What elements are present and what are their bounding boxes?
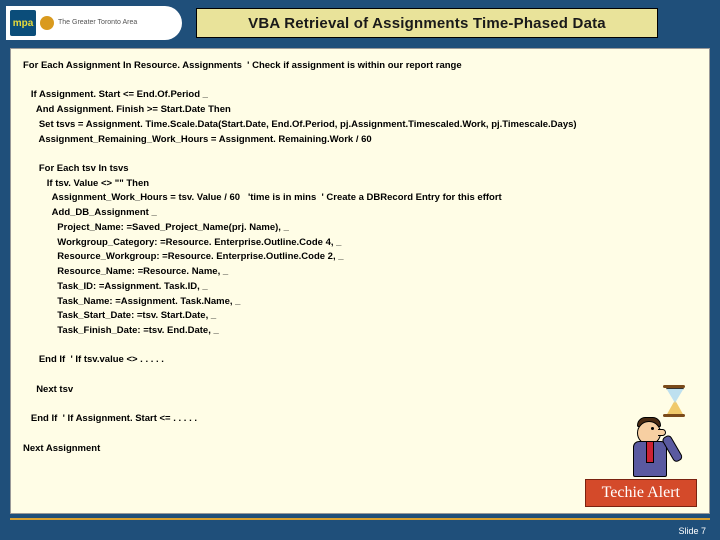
clipart-man-hourglass-icon (627, 385, 687, 477)
slide-title-box: VBA Retrieval of Assignments Time-Phased… (196, 8, 658, 38)
slide-title: VBA Retrieval of Assignments Time-Phased… (248, 15, 606, 32)
hourglass-icon (663, 385, 685, 417)
logo-dot-icon (40, 16, 54, 30)
techie-alert-badge: Techie Alert (585, 479, 697, 507)
logo-subtext: The Greater Toronto Area (58, 19, 137, 27)
logo-badge: mpa (10, 10, 36, 36)
footer-divider (10, 518, 710, 520)
slide-number: Slide 7 (678, 526, 706, 536)
brand-logo: mpa The Greater Toronto Area (6, 6, 182, 40)
alert-text: Techie Alert (602, 484, 680, 501)
code-block: For Each Assignment In Resource. Assignm… (23, 59, 697, 456)
code-panel: For Each Assignment In Resource. Assignm… (10, 48, 710, 514)
